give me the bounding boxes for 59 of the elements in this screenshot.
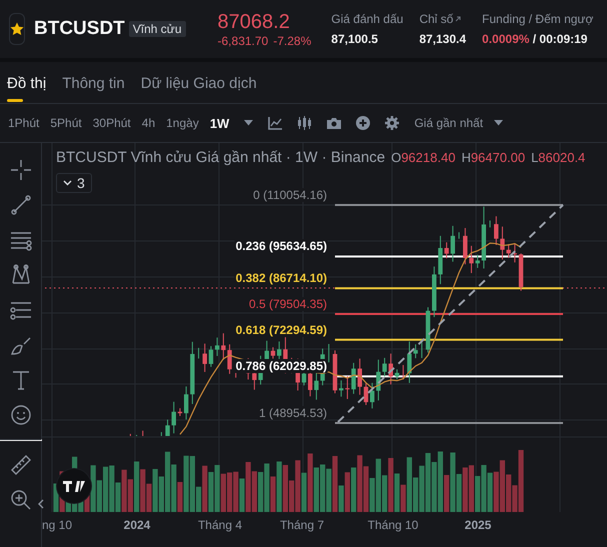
external-link-icon — [455, 16, 462, 22]
interval-button[interactable]: 5Phút — [50, 116, 82, 130]
pattern-icon[interactable] — [10, 264, 32, 286]
tradingview-logo — [56, 468, 92, 504]
caret-icon[interactable] — [494, 120, 504, 126]
ohlc-value: H96470.00 — [461, 150, 526, 165]
stat-label: Funding / Đếm ngượ — [482, 12, 594, 26]
fib-level-label: 0.5 (79504.35) — [248, 297, 328, 311]
contract-badge: Vĩnh cửu — [128, 21, 186, 37]
interval-button[interactable]: 1ngày — [166, 116, 199, 130]
last-price: 87068.2 — [218, 10, 291, 34]
tab[interactable]: Thông tin — [62, 75, 125, 102]
zoom-in-icon[interactable] — [10, 489, 32, 511]
countdown: / 00:09:19 — [532, 32, 588, 46]
interval-button[interactable]: 1W — [210, 116, 230, 130]
trend-line-icon[interactable] — [10, 194, 32, 216]
favorite-button[interactable] — [9, 13, 25, 45]
ohlc-value: L86020.4 — [531, 150, 586, 165]
ruler-icon[interactable] — [10, 454, 32, 476]
plus-circle-icon[interactable] — [356, 116, 370, 130]
chevron-left-icon[interactable] — [38, 499, 44, 509]
interval-button[interactable]: 1Phút — [8, 116, 40, 130]
crosshair-icon[interactable] — [10, 159, 32, 181]
symbol-title: BTCUSDT — [34, 18, 125, 40]
stat-label: Chỉ số — [419, 12, 454, 26]
axis-label: 2025 — [464, 518, 492, 532]
star-icon — [10, 22, 24, 36]
percent-change: -7.28% — [273, 34, 312, 48]
chart-title: BTCUSDT Vĩnh cửu Giá gần nhất · 1W · Binance — [56, 149, 386, 166]
indicator-toggle[interactable]: 3 — [56, 173, 92, 193]
caret-icon[interactable] — [244, 120, 254, 126]
fib-level-label: 0.786 (62029.85) — [234, 359, 328, 374]
price-type-dropdown[interactable]: Giá gần nhất — [414, 116, 484, 130]
funding-rate: 0.0009% — [482, 32, 530, 46]
tab[interactable]: Dữ liệu Giao dịch — [140, 75, 257, 102]
interval-button[interactable]: 30Phút — [92, 116, 131, 130]
stat-value: 87,130.4 — [419, 32, 466, 46]
emoji-icon[interactable] — [10, 404, 32, 426]
axis-label: Tháng 7 — [280, 518, 324, 532]
axis-label: Tháng 4 — [198, 518, 242, 532]
axis-label: Tháng 10 — [368, 518, 418, 532]
axis-label: ng 10 — [42, 518, 72, 532]
fib-level-label: 0.618 (72294.59) — [234, 322, 328, 337]
indicator-icon[interactable] — [268, 116, 282, 130]
fib-level-label: 1 (48954.53) — [258, 406, 328, 420]
candles-icon[interactable] — [297, 116, 312, 130]
ohlc-value: O96218.40 — [391, 150, 456, 165]
stat-label: Giá đánh dấu — [331, 12, 404, 26]
tab[interactable]: Đồ thị — [7, 75, 46, 102]
chevron-down-icon — [63, 180, 72, 186]
fib-level-label: 0 (110054.16) — [252, 188, 328, 202]
axis-label: 2024 — [124, 518, 150, 532]
camera-icon[interactable] — [327, 117, 342, 129]
interval-button[interactable]: 4h — [142, 116, 156, 130]
fib-level-label: 0.382 (86714.10) — [234, 271, 328, 286]
price-change: -6,831.70 — [218, 34, 268, 48]
settings-icon[interactable] — [385, 116, 400, 130]
stat-value: 87,100.5 — [331, 32, 379, 46]
fib-level-label: 0.236 (95634.65) — [234, 239, 328, 254]
